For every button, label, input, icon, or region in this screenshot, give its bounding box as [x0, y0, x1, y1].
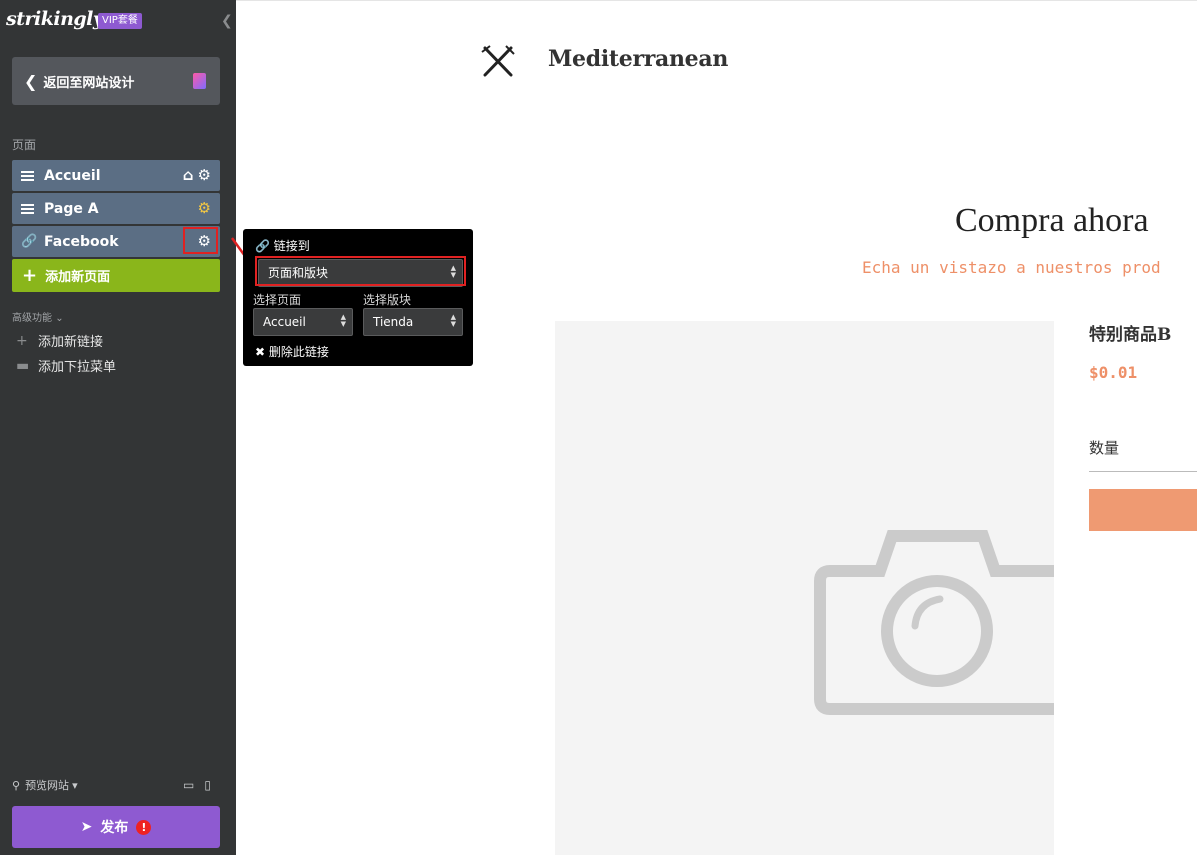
plus-icon: +: [22, 265, 38, 286]
page-item-label: Accueil: [44, 167, 101, 184]
page-item-facebook[interactable]: 🔗 Facebook ⚙: [12, 226, 220, 257]
collapse-sidebar-icon[interactable]: ❮: [221, 13, 233, 29]
select-arrows-icon: ▲ ▼: [340, 313, 346, 328]
add-link-button[interactable]: + 添加新链接: [16, 331, 104, 351]
brand-logo: strikingly: [6, 8, 104, 30]
advanced-label: 高级功能: [12, 313, 52, 324]
chevron-left-icon: ❮: [24, 71, 38, 91]
product-image-placeholder[interactable]: [555, 321, 1054, 855]
buy-button[interactable]: [1089, 489, 1197, 531]
alert-badge: !: [136, 819, 152, 835]
link-icon: 🔗: [255, 239, 270, 253]
page-item-accueil[interactable]: Accueil ⌂ ⚙: [12, 160, 220, 191]
close-icon: ✖: [255, 345, 266, 359]
shop-title: Compra ahora: [955, 202, 1149, 239]
preview-site-button[interactable]: ⚲ 预览网站 ▾: [12, 777, 78, 793]
gear-icon[interactable]: ⚙: [198, 200, 211, 216]
gear-icon[interactable]: ⚙: [198, 167, 211, 183]
page-select-value: Accueil: [263, 315, 306, 329]
vip-badge: VIP套餐: [98, 13, 142, 29]
link-icon: 🔗: [21, 234, 38, 249]
editor-sidebar: strikingly VIP套餐 ❮ ❮ 返回至网站设计 页面 Accueil …: [0, 0, 236, 855]
folder-icon: ▬: [16, 357, 30, 374]
select-arrows-icon: ▲ ▼: [450, 313, 456, 328]
section-select[interactable]: Tienda ▲ ▼: [363, 308, 463, 336]
search-icon: ⚲: [12, 778, 21, 792]
camera-icon: [814, 530, 1054, 715]
link-to-title: 🔗 链接到: [255, 237, 310, 254]
menu-handle-icon[interactable]: [21, 169, 34, 183]
page-item-label: Page A: [44, 200, 99, 217]
section-select-value: Tienda: [373, 315, 414, 329]
page-select-label: 选择页面: [253, 293, 302, 307]
plus-icon: +: [16, 332, 28, 349]
pages-section-label: 页面: [12, 138, 37, 152]
product-name: 特别商品B: [1089, 325, 1172, 345]
quantity-field[interactable]: [1089, 471, 1197, 472]
delete-link-button[interactable]: ✖ 删除此链接: [255, 343, 329, 360]
document-icon[interactable]: [193, 73, 206, 89]
page-item-page-a[interactable]: Page A ⚙: [12, 193, 220, 224]
back-to-design-label: 返回至网站设计: [43, 75, 135, 91]
publish-label: 发布: [100, 820, 129, 836]
preview-label: 预览网站: [25, 779, 70, 792]
mobile-icon[interactable]: ▯: [204, 778, 211, 792]
advanced-toggle[interactable]: 高级功能 ⌄: [12, 309, 64, 324]
page-select[interactable]: Accueil ▲ ▼: [253, 308, 353, 336]
publish-button[interactable]: ➤ 发布 !: [12, 806, 220, 848]
site-name[interactable]: Mediterranean: [548, 46, 728, 72]
canvas-top-border: [236, 0, 1197, 1]
chevron-down-icon: ⌄: [55, 313, 64, 324]
add-page-label: 添加新页面: [45, 270, 111, 285]
section-select-label: 选择版块: [363, 293, 412, 307]
home-icon: ⌂: [182, 166, 194, 184]
back-to-design-button[interactable]: ❮ 返回至网站设计: [12, 57, 220, 105]
highlight-box: [183, 227, 218, 254]
shop-subtitle: Echa un vistazo a nuestros prod: [862, 258, 1161, 277]
desktop-icon[interactable]: ▭: [183, 778, 194, 792]
device-toggle: ▭ ▯: [183, 778, 211, 792]
rocket-icon: ➤: [80, 819, 93, 835]
add-page-button[interactable]: + 添加新页面: [12, 259, 220, 292]
page-item-label: Facebook: [44, 233, 119, 250]
link-to-label: 链接到: [273, 239, 310, 253]
add-link-label: 添加新链接: [38, 335, 104, 350]
highlight-box: [255, 256, 466, 286]
add-dropdown-label: 添加下拉菜单: [38, 360, 117, 375]
product-price: $0.01: [1089, 363, 1138, 382]
delete-link-label: 删除此链接: [268, 345, 329, 359]
menu-handle-icon[interactable]: [21, 202, 34, 216]
link-settings-popover: 🔗 链接到 页面和版块 ▲ ▼ 选择页面 选择版块 Accueil ▲ ▼ Tien…: [243, 229, 473, 366]
fork-knife-logo-icon: [481, 45, 515, 77]
caret-down-icon: ▾: [72, 778, 78, 792]
quantity-label: 数量: [1089, 439, 1120, 457]
add-dropdown-button[interactable]: ▬ 添加下拉菜单: [16, 356, 117, 376]
